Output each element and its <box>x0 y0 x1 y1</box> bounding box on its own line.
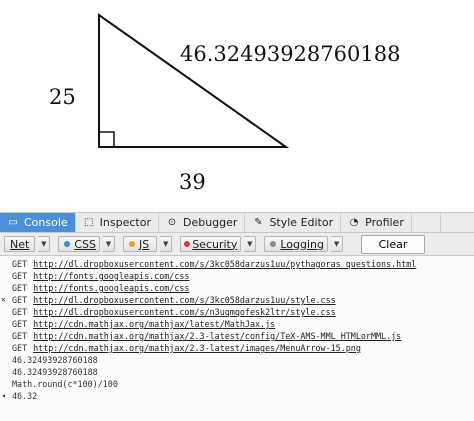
console-row: Math.round(c*100)/100 <box>0 378 474 390</box>
console-output: GET http://dl.dropboxusercontent.com/s/3k… <box>0 256 474 402</box>
request-method: GET <box>12 331 28 341</box>
request-method: GET <box>12 307 28 317</box>
right-angle-marker <box>98 131 115 148</box>
console-row: GET http://cdn.mathjax.org/mathjax/2.3-la… <box>0 342 474 354</box>
debugger-icon: ⊙ <box>167 216 177 228</box>
request-method: GET <box>12 259 28 269</box>
net-filter-dropdown[interactable]: ▼ <box>38 236 51 252</box>
tab-profiler[interactable]: ◔ Profiler <box>341 213 412 232</box>
tab-overflow[interactable] <box>412 213 441 232</box>
request-url-link[interactable]: http://fonts.googleapis.com/css <box>33 283 189 293</box>
console-output-text: 46.32493928760188 <box>12 355 98 365</box>
tab-label: Console <box>24 216 68 229</box>
security-filter-label: Security <box>192 237 238 251</box>
inspector-icon: ⬚ <box>83 216 94 228</box>
devtools-panel: ▭ Console ⬚ Inspector ⊙ Debugger ✎ Style Editor… <box>0 212 474 421</box>
request-url-link[interactable]: http://cdn.mathjax.org/mathjax/latest/Ma… <box>33 319 275 329</box>
console-row: GET http://cdn.mathjax.org/mathjax/2.3-la… <box>0 330 474 342</box>
console-row: GET http://fonts.googleapis.com/css <box>0 270 474 282</box>
profiler-icon: ◔ <box>349 216 359 228</box>
triangle-figure: 25 39 46.32493928760188 <box>0 0 474 212</box>
request-method: GET <box>12 283 28 293</box>
tab-debugger[interactable]: ⊙ Debugger <box>159 213 246 232</box>
chevron-down-icon: ▼ <box>333 240 340 248</box>
request-url-link[interactable]: http://dl.dropboxusercontent.com/s/n3uqm… <box>33 307 336 317</box>
tab-label: Style Editor <box>269 216 334 229</box>
result-arrow-icon: ◂ <box>1 391 6 400</box>
css-filter-button[interactable]: CSS <box>58 236 100 252</box>
tab-label: Inspector <box>99 216 151 229</box>
tab-console[interactable]: ▭ Console <box>0 213 76 232</box>
console-row: GET http://cdn.mathjax.org/mathjax/latest… <box>0 318 474 330</box>
logging-filter-dropdown[interactable]: ▼ <box>331 236 344 252</box>
console-row: ◂ 46.32 <box>0 390 474 402</box>
js-dot-icon <box>128 241 135 247</box>
clear-button[interactable]: Clear <box>361 234 426 254</box>
request-method: GET <box>12 295 28 305</box>
request-url-link[interactable]: http://cdn.mathjax.org/mathjax/2.3-lates… <box>33 343 361 353</box>
net-filter-button[interactable]: Net <box>4 236 36 252</box>
request-url-link[interactable]: http://fonts.googleapis.com/css <box>33 271 189 281</box>
console-filter-bar: Net ▼ CSS ▼ JS ▼ Security ▼ Logging ▼ Cl… <box>0 233 474 256</box>
security-filter-dropdown[interactable]: ▼ <box>244 236 257 252</box>
devtools-tabbar: ▭ Console ⬚ Inspector ⊙ Debugger ✎ Style Editor… <box>0 213 474 233</box>
security-dot-icon <box>184 241 191 247</box>
chevron-down-icon: ▼ <box>41 240 47 248</box>
tab-label: Debugger <box>182 216 238 229</box>
side-bottom-label: 39 <box>179 170 206 194</box>
net-filter-label: Net <box>10 237 30 251</box>
css-filter-label: CSS <box>74 237 96 251</box>
request-url-link[interactable]: http://dl.dropboxusercontent.com/s/3kc05… <box>33 259 416 269</box>
chevron-down-icon: ▼ <box>163 240 169 248</box>
request-method: GET <box>12 319 28 329</box>
logging-dot-icon <box>270 241 277 247</box>
css-dot-icon <box>64 241 71 247</box>
console-row: 46.32493928760188 <box>0 354 474 366</box>
console-output-text: 46.32 <box>12 391 38 401</box>
console-row: GET http://dl.dropboxusercontent.com/s/n3… <box>0 306 474 318</box>
console-output-text: 46.32493928760188 <box>12 367 98 377</box>
tab-inspector[interactable]: ⬚ Inspector <box>76 213 159 232</box>
style-editor-icon: ✎ <box>254 216 263 228</box>
request-url-link[interactable]: http://cdn.mathjax.org/mathjax/2.3-lates… <box>33 331 401 341</box>
chevron-down-icon: ▼ <box>105 240 112 248</box>
chevron-down-icon: ▼ <box>247 240 253 248</box>
request-method: GET <box>12 343 28 353</box>
console-row: GET http://fonts.googleapis.com/css <box>0 282 474 294</box>
side-left-label: 25 <box>49 85 76 109</box>
js-filter-button[interactable]: JS <box>122 236 158 252</box>
security-filter-button[interactable]: Security <box>180 236 242 252</box>
triangle-shape <box>98 13 290 148</box>
css-filter-dropdown[interactable]: ▼ <box>102 236 115 252</box>
logging-filter-button[interactable]: Logging <box>264 236 329 252</box>
console-icon: ▭ <box>8 216 18 228</box>
console-row: 46.32493928760188 <box>0 366 474 378</box>
js-filter-label: JS <box>138 237 150 251</box>
console-row: GET http://dl.dropboxusercontent.com/s/3k… <box>0 258 474 270</box>
hypotenuse-label: 46.32493928760188 <box>180 42 400 66</box>
console-row: ✕ GET http://dl.dropboxusercontent.com/s/3… <box>0 294 474 306</box>
js-filter-dropdown[interactable]: ▼ <box>160 236 173 252</box>
request-method: GET <box>12 271 28 281</box>
logging-filter-label: Logging <box>280 237 325 251</box>
console-input-text: Math.round(c*100)/100 <box>12 379 118 389</box>
tab-label: Profiler <box>365 216 404 229</box>
request-url-link[interactable]: http://dl.dropboxusercontent.com/s/3kc05… <box>33 295 336 305</box>
tab-style-editor[interactable]: ✎ Style Editor <box>245 213 342 232</box>
error-icon: ✕ <box>1 295 6 304</box>
